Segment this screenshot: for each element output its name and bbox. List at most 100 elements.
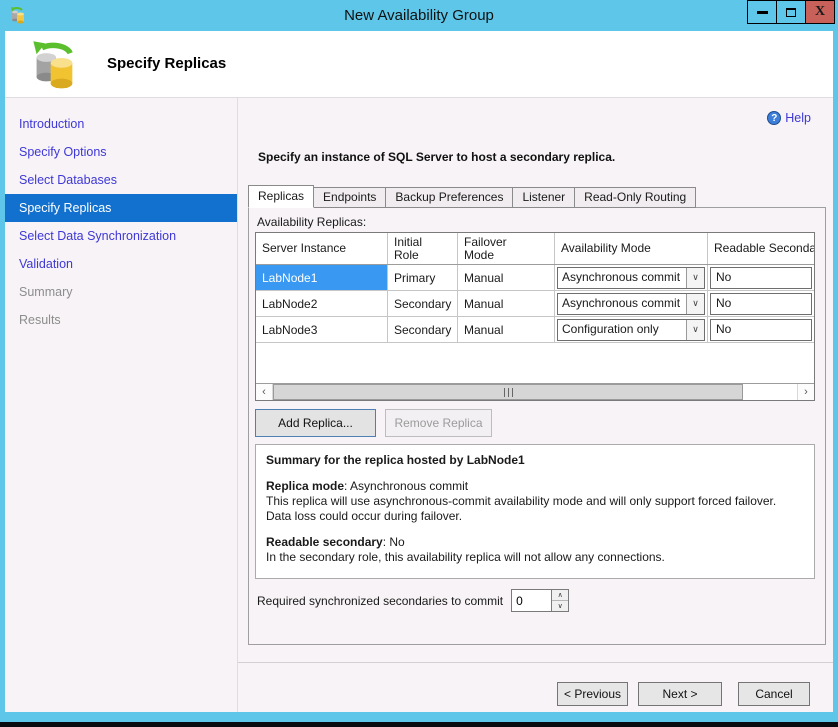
column-header-availability-mode[interactable]: Availability Mode xyxy=(555,233,708,264)
scrollbar-grip-icon xyxy=(504,388,513,397)
replica-mode-line: Replica mode: Asynchronous commit xyxy=(266,479,804,494)
readable-secondary-dropdown[interactable]: No xyxy=(710,319,812,341)
cancel-button[interactable]: Cancel xyxy=(738,682,810,706)
page-title: Specify Replicas xyxy=(107,55,226,72)
wizard-header: Specify Replicas xyxy=(5,31,833,98)
scrollbar-thumb[interactable] xyxy=(273,384,743,400)
remove-replica-button: Remove Replica xyxy=(385,409,492,437)
cell-availability-mode: Configuration only ∨ xyxy=(555,317,708,342)
nav-item-validation[interactable]: Validation xyxy=(5,250,237,278)
nav-item-introduction[interactable]: Introduction xyxy=(5,110,237,138)
quorum-input[interactable] xyxy=(512,590,551,611)
nav-item-specify-replicas[interactable]: Specify Replicas xyxy=(5,194,237,222)
readable-secondary-line: Readable secondary: No xyxy=(266,535,804,550)
column-header-failover-mode[interactable]: Failover Mode xyxy=(458,233,555,264)
new-availability-group-window: New Availability Group X Specify Replica… xyxy=(0,0,838,727)
spinner-down-button[interactable]: ∨ xyxy=(552,601,568,611)
chevron-down-icon: ∨ xyxy=(686,268,704,288)
cell-server-instance[interactable]: LabNode1 xyxy=(256,265,388,290)
window-title: New Availability Group xyxy=(0,7,838,24)
tab-endpoints[interactable]: Endpoints xyxy=(313,187,386,208)
tab-listener[interactable]: Listener xyxy=(512,187,575,208)
cell-readable-secondary: No xyxy=(708,291,814,316)
help-link[interactable]: ? Help xyxy=(767,111,811,125)
summary-title: Summary for the replica hosted by LabNod… xyxy=(266,453,804,468)
cell-server-instance[interactable]: LabNode2 xyxy=(256,291,388,316)
nav-item-select-data-synchronization[interactable]: Select Data Synchronization xyxy=(5,222,237,250)
column-header-initial-role[interactable]: Initial Role xyxy=(388,233,458,264)
wizard-content: ? Help Specify an instance of SQL Server… xyxy=(238,98,833,712)
cell-failover-mode[interactable]: Manual xyxy=(458,265,555,290)
grid-row-labnode1: LabNode1 Primary Manual Asynchronous com… xyxy=(256,265,814,291)
grid-row-labnode3: LabNode3 Secondary Manual Configuration … xyxy=(256,317,814,343)
quorum-row: Required synchronized secondaries to com… xyxy=(257,589,569,612)
replica-databases-icon xyxy=(29,38,81,90)
maximize-button[interactable] xyxy=(776,0,806,24)
wizard-nav: Introduction Specify Options Select Data… xyxy=(5,98,238,712)
spinner-down-icon: ∨ xyxy=(558,602,563,610)
availability-mode-dropdown[interactable]: Asynchronous commit ∨ xyxy=(557,293,705,315)
nav-item-summary: Summary xyxy=(5,278,237,306)
close-button[interactable]: X xyxy=(805,0,835,24)
titlebar[interactable]: New Availability Group X xyxy=(0,0,838,31)
cell-failover-mode[interactable]: Manual xyxy=(458,291,555,316)
scroll-right-icon: › xyxy=(804,386,808,398)
nav-item-select-databases[interactable]: Select Databases xyxy=(5,166,237,194)
quorum-spinner: ∧ ∨ xyxy=(511,589,569,612)
cell-readable-secondary: No xyxy=(708,265,814,290)
cell-initial-role[interactable]: Primary xyxy=(388,265,458,290)
cell-failover-mode[interactable]: Manual xyxy=(458,317,555,342)
replicas-tab-panel: Availability Replicas: Server Instance I… xyxy=(248,207,826,645)
scroll-left-button[interactable]: ‹ xyxy=(256,384,273,400)
spinner-buttons: ∧ ∨ xyxy=(551,590,568,611)
minimize-button[interactable] xyxy=(747,0,777,24)
window-border-right xyxy=(833,31,838,712)
maximize-icon xyxy=(786,8,796,17)
nav-item-results: Results xyxy=(5,306,237,334)
chevron-down-icon: ∨ xyxy=(686,320,704,340)
help-icon: ? xyxy=(767,111,781,125)
readable-secondary-dropdown[interactable]: No xyxy=(710,267,812,289)
tab-backup-preferences[interactable]: Backup Preferences xyxy=(385,187,513,208)
next-button[interactable]: Next > xyxy=(638,682,722,706)
grid-row-labnode2: LabNode2 Secondary Manual Asynchronous c… xyxy=(256,291,814,317)
cell-server-instance[interactable]: LabNode3 xyxy=(256,317,388,342)
replica-mode-description: This replica will use asynchronous-commi… xyxy=(266,494,804,524)
availability-mode-dropdown[interactable]: Configuration only ∨ xyxy=(557,319,705,341)
tab-read-only-routing[interactable]: Read-Only Routing xyxy=(574,187,696,208)
minimize-icon xyxy=(757,11,768,14)
spinner-up-icon: ∧ xyxy=(558,591,563,599)
scroll-right-button[interactable]: › xyxy=(797,384,814,400)
spinner-up-button[interactable]: ∧ xyxy=(552,590,568,601)
footer-divider xyxy=(238,662,833,663)
window-border-left xyxy=(0,31,5,712)
cell-initial-role[interactable]: Secondary xyxy=(388,291,458,316)
column-header-readable-secondary[interactable]: Readable Secondar xyxy=(708,233,814,264)
cell-readable-secondary: No xyxy=(708,317,814,342)
horizontal-scrollbar[interactable]: ‹ › xyxy=(256,383,814,400)
close-icon: X xyxy=(815,4,825,20)
scroll-left-icon: ‹ xyxy=(262,386,266,398)
quorum-label: Required synchronized secondaries to com… xyxy=(257,594,503,608)
cell-availability-mode: Asynchronous commit ∨ xyxy=(555,265,708,290)
tab-strip: Replicas Endpoints Backup Preferences Li… xyxy=(248,185,695,208)
window-border-bottom xyxy=(0,712,838,722)
tab-replicas[interactable]: Replicas xyxy=(248,185,314,208)
replica-summary-panel: Summary for the replica hosted by LabNod… xyxy=(255,444,815,579)
nav-item-specify-options[interactable]: Specify Options xyxy=(5,138,237,166)
window-controls: X xyxy=(748,0,835,24)
availability-replicas-grid: Server Instance Initial Role Failover Mo… xyxy=(255,232,815,401)
cell-initial-role[interactable]: Secondary xyxy=(388,317,458,342)
add-replica-button[interactable]: Add Replica... xyxy=(255,409,376,437)
grid-header-row: Server Instance Initial Role Failover Mo… xyxy=(256,233,814,265)
window-edge-shadow xyxy=(0,722,838,727)
previous-button[interactable]: < Previous xyxy=(557,682,628,706)
readable-secondary-description: In the secondary role, this availability… xyxy=(266,550,804,565)
column-header-server-instance[interactable]: Server Instance xyxy=(256,233,388,264)
readable-secondary-dropdown[interactable]: No xyxy=(710,293,812,315)
chevron-down-icon: ∨ xyxy=(686,294,704,314)
availability-replicas-label: Availability Replicas: xyxy=(257,215,366,229)
instruction-text: Specify an instance of SQL Server to hos… xyxy=(258,150,615,164)
cell-availability-mode: Asynchronous commit ∨ xyxy=(555,291,708,316)
availability-mode-dropdown[interactable]: Asynchronous commit ∨ xyxy=(557,267,705,289)
